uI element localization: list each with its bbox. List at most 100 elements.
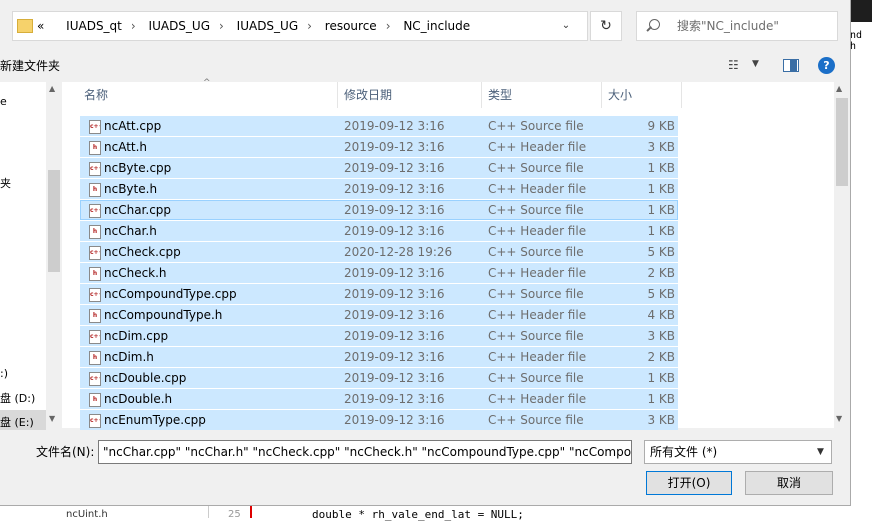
file-date: 2019-09-12 3:16 — [344, 308, 445, 322]
breadcrumb-item[interactable]: NC_include — [403, 19, 470, 33]
file-type: C++ Header file — [488, 224, 587, 238]
file-size: 1 KB — [647, 371, 675, 385]
cpp-file-icon: c++ — [89, 204, 101, 218]
chevron-down-icon[interactable]: ▼ — [817, 441, 824, 463]
file-row[interactable]: h ncByte.h 2019-09-12 3:16 C++ Header file 1… — [80, 179, 678, 199]
file-row[interactable]: c++ncCompoundType.cpp 2019-09-12 3:16 C++ … — [80, 284, 678, 304]
file-type: C++ Source file — [488, 245, 584, 259]
column-header-row: 名称 修改日期 类型 大小 — [78, 82, 682, 108]
column-header-size[interactable]: 大小 — [602, 82, 682, 108]
view-options-icon[interactable]: ☷ — [728, 58, 739, 72]
file-date: 2019-09-12 3:16 — [344, 224, 445, 238]
file-row[interactable]: c++ncDouble.cpp 2019-09-12 3:16 C++ Source… — [80, 368, 678, 388]
breadcrumb-item[interactable]: IUADS_UG — [237, 19, 298, 33]
file-size: 9 KB — [647, 119, 675, 133]
file-row[interactable]: c++ncDim.cpp 2019-09-12 3:16 C++ Source fi… — [80, 326, 678, 346]
nav-item-drive-d[interactable]: 盘 (D:) — [0, 390, 35, 406]
cpp-file-icon: c++ — [89, 120, 101, 134]
file-size: 3 KB — [647, 140, 675, 154]
file-row[interactable]: h ncDouble.h 2019-09-12 3:16 C++ Header fil… — [80, 389, 678, 409]
file-row[interactable]: c++ncCheck.cpp 2020-12-28 19:26 C++ Source… — [80, 242, 678, 262]
file-row[interactable]: h ncAtt.h 2019-09-12 3:16 C++ Header file 3 … — [80, 137, 678, 157]
file-type: C++ Header file — [488, 182, 587, 196]
file-row[interactable]: c++ncAtt.cpp 2019-09-12 3:16 C++ Source fi… — [80, 116, 678, 136]
file-list-scrollbar-thumb[interactable] — [836, 98, 848, 186]
refresh-button[interactable]: ↻ — [590, 11, 622, 41]
file-name: ncByte.cpp — [104, 161, 172, 175]
folder-icon — [17, 19, 33, 33]
chevron-down-icon[interactable]: ▼ — [752, 59, 759, 69]
new-folder-button[interactable]: 新建文件夹 — [0, 57, 60, 75]
file-name: ncCompoundType.cpp — [104, 287, 237, 301]
file-type: C++ Header file — [488, 140, 587, 154]
header-file-icon: h — [89, 183, 101, 197]
file-type: C++ Source file — [488, 203, 584, 217]
file-size: 1 KB — [647, 203, 675, 217]
chevron-right-icon[interactable]: › — [210, 19, 233, 33]
help-icon[interactable]: ? — [818, 57, 835, 74]
file-type-select[interactable]: 所有文件 (*) ▼ — [644, 440, 832, 464]
editor-divider — [208, 506, 209, 518]
chevron-down-icon[interactable]: ⌄ — [557, 12, 575, 40]
nav-item[interactable]: :) — [0, 367, 8, 380]
refresh-icon: ↻ — [600, 18, 612, 34]
search-placeholder: 搜索"NC_include" — [677, 19, 779, 33]
file-row[interactable]: h ncDim.h 2019-09-12 3:16 C++ Header file 2 … — [80, 347, 678, 367]
editor-margin-marker — [250, 506, 252, 518]
file-date: 2019-09-12 3:16 — [344, 287, 445, 301]
breadcrumb-item[interactable]: IUADS_qt — [66, 19, 122, 33]
nav-scrollbar-thumb[interactable] — [48, 170, 60, 272]
chevron-right-icon[interactable]: › — [377, 19, 400, 33]
file-name-input[interactable]: "ncChar.cpp" "ncChar.h" "ncCheck.cpp" "n… — [98, 440, 632, 464]
file-name: ncChar.h — [104, 224, 157, 238]
breadcrumb-item[interactable]: resource — [325, 19, 377, 33]
editor-file-tab: ncUint.h — [66, 509, 108, 520]
breadcrumb-item[interactable]: IUADS_UG — [149, 19, 210, 33]
search-icon — [649, 19, 660, 30]
file-type: C++ Source file — [488, 119, 584, 133]
file-size: 3 KB — [647, 329, 675, 343]
file-name: ncDouble.h — [104, 392, 173, 406]
scroll-down-icon[interactable]: ▼ — [49, 414, 55, 423]
file-name: ncCompoundType.h — [104, 308, 223, 322]
scroll-up-icon[interactable]: ▲ — [49, 84, 55, 93]
file-name: ncDim.h — [104, 350, 154, 364]
chevron-right-icon[interactable]: › — [298, 19, 321, 33]
cpp-file-icon: c++ — [89, 414, 101, 428]
file-row[interactable]: c++ncChar.cpp 2019-09-12 3:16 C++ Source f… — [80, 200, 678, 220]
file-row[interactable]: h ncChar.h 2019-09-12 3:16 C++ Header file 1… — [80, 221, 678, 241]
file-type: C++ Source file — [488, 371, 584, 385]
nav-item[interactable]: e — [0, 95, 7, 108]
file-type-value: 所有文件 (*) — [650, 445, 718, 459]
file-size: 4 KB — [647, 308, 675, 322]
file-type: C++ Source file — [488, 413, 584, 427]
scroll-up-icon[interactable]: ▲ — [836, 84, 842, 93]
chevron-right-icon[interactable]: › — [122, 19, 145, 33]
file-row[interactable]: h ncCheck.h 2019-09-12 3:16 C++ Header file… — [80, 263, 678, 283]
file-row[interactable]: c++ncEnumType.cpp 2019-09-12 3:16 C++ Sour… — [80, 410, 678, 430]
search-input[interactable]: 搜索"NC_include" — [636, 11, 838, 41]
breadcrumb-overflow[interactable]: « — [37, 19, 44, 33]
nav-item[interactable]: 夹 — [0, 175, 11, 191]
cpp-file-icon: c++ — [89, 162, 101, 176]
scroll-down-icon[interactable]: ▼ — [836, 414, 842, 423]
column-header-date[interactable]: 修改日期 — [338, 82, 482, 108]
open-button[interactable]: 打开(O) — [646, 471, 732, 495]
column-header-type[interactable]: 类型 — [482, 82, 602, 108]
file-name: ncCheck.h — [104, 266, 167, 280]
file-date: 2019-09-12 3:16 — [344, 203, 445, 217]
file-type: C++ Source file — [488, 161, 584, 175]
file-name: ncByte.h — [104, 182, 158, 196]
file-size: 1 KB — [647, 392, 675, 406]
file-date: 2019-09-12 3:16 — [344, 161, 445, 175]
file-name-value: "ncChar.cpp" "ncChar.h" "ncCheck.cpp" "n… — [103, 445, 632, 459]
file-date: 2019-09-12 3:16 — [344, 413, 445, 427]
cancel-button[interactable]: 取消 — [745, 471, 833, 495]
file-size: 5 KB — [647, 287, 675, 301]
file-row[interactable]: h ncCompoundType.h 2019-09-12 3:16 C++ Head… — [80, 305, 678, 325]
file-row[interactable]: c++ncByte.cpp 2019-09-12 3:16 C++ Source f… — [80, 158, 678, 178]
address-bar[interactable]: « IUADS_qt › IUADS_UG › IUADS_UG › resource… — [12, 11, 588, 41]
file-date: 2019-09-12 3:16 — [344, 266, 445, 280]
nav-item-drive-e[interactable]: 盘 (E:) — [0, 414, 34, 430]
file-name: ncChar.cpp — [104, 203, 172, 217]
